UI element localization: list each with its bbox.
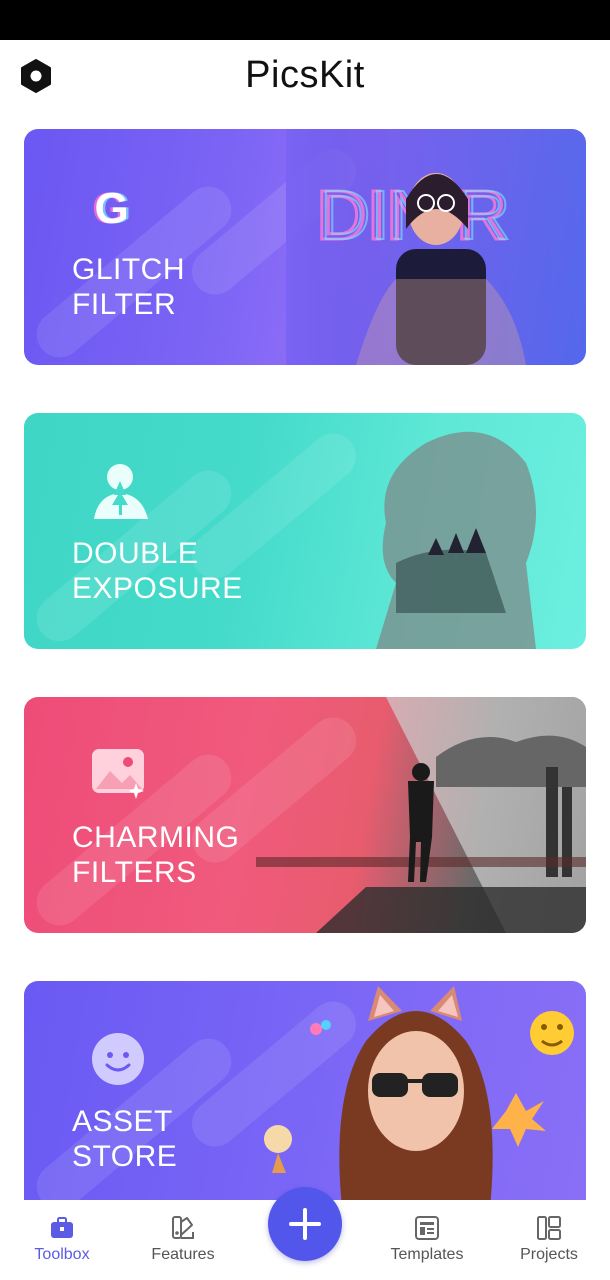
glitch-g-icon: G G G (92, 185, 131, 229)
plus-icon (289, 1208, 321, 1240)
nav-label: Features (151, 1246, 215, 1263)
projects-icon (537, 1216, 561, 1240)
toolbox-icon (51, 1217, 73, 1238)
double-exposure-photo (376, 431, 536, 649)
nav-label: Projects (520, 1246, 578, 1263)
template-icon (415, 1216, 439, 1240)
charming-filters-card[interactable]: CHARMING FILTERS (24, 697, 586, 933)
image-sparkle-icon (92, 749, 144, 799)
smiley-icon (92, 1033, 144, 1085)
nav-label: Templates (390, 1246, 464, 1263)
glitch-filter-card[interactable]: DIN R DIN R G G G GLITCH FILTER (24, 129, 586, 365)
double-exposure-card[interactable]: DOUBLE EXPOSURE (24, 413, 586, 649)
person-tree-icon (94, 464, 148, 519)
add-button[interactable] (268, 1187, 342, 1261)
header: PicsKit (0, 40, 610, 120)
nav-label: Toolbox (34, 1246, 90, 1263)
svg-text:G: G (95, 185, 129, 229)
glitch-photo: DIN R DIN R (286, 129, 586, 365)
swatches-icon (172, 1216, 194, 1239)
app-title: PicsKit (245, 54, 365, 96)
card-title: DOUBLE EXPOSURE (72, 537, 243, 605)
status-bar (0, 0, 610, 40)
charming-filters-photo (256, 697, 586, 933)
card-title: GLITCH FILTER (72, 253, 186, 321)
nav-item-features[interactable]: Features (128, 1200, 238, 1280)
nav-item-templates[interactable]: Templates (372, 1200, 482, 1280)
nav-item-projects[interactable]: Projects (494, 1200, 604, 1280)
card-title: ASSET STORE (72, 1105, 178, 1173)
card-title: CHARMING FILTERS (72, 821, 240, 889)
nav-item-toolbox[interactable]: Toolbox (7, 1200, 117, 1280)
